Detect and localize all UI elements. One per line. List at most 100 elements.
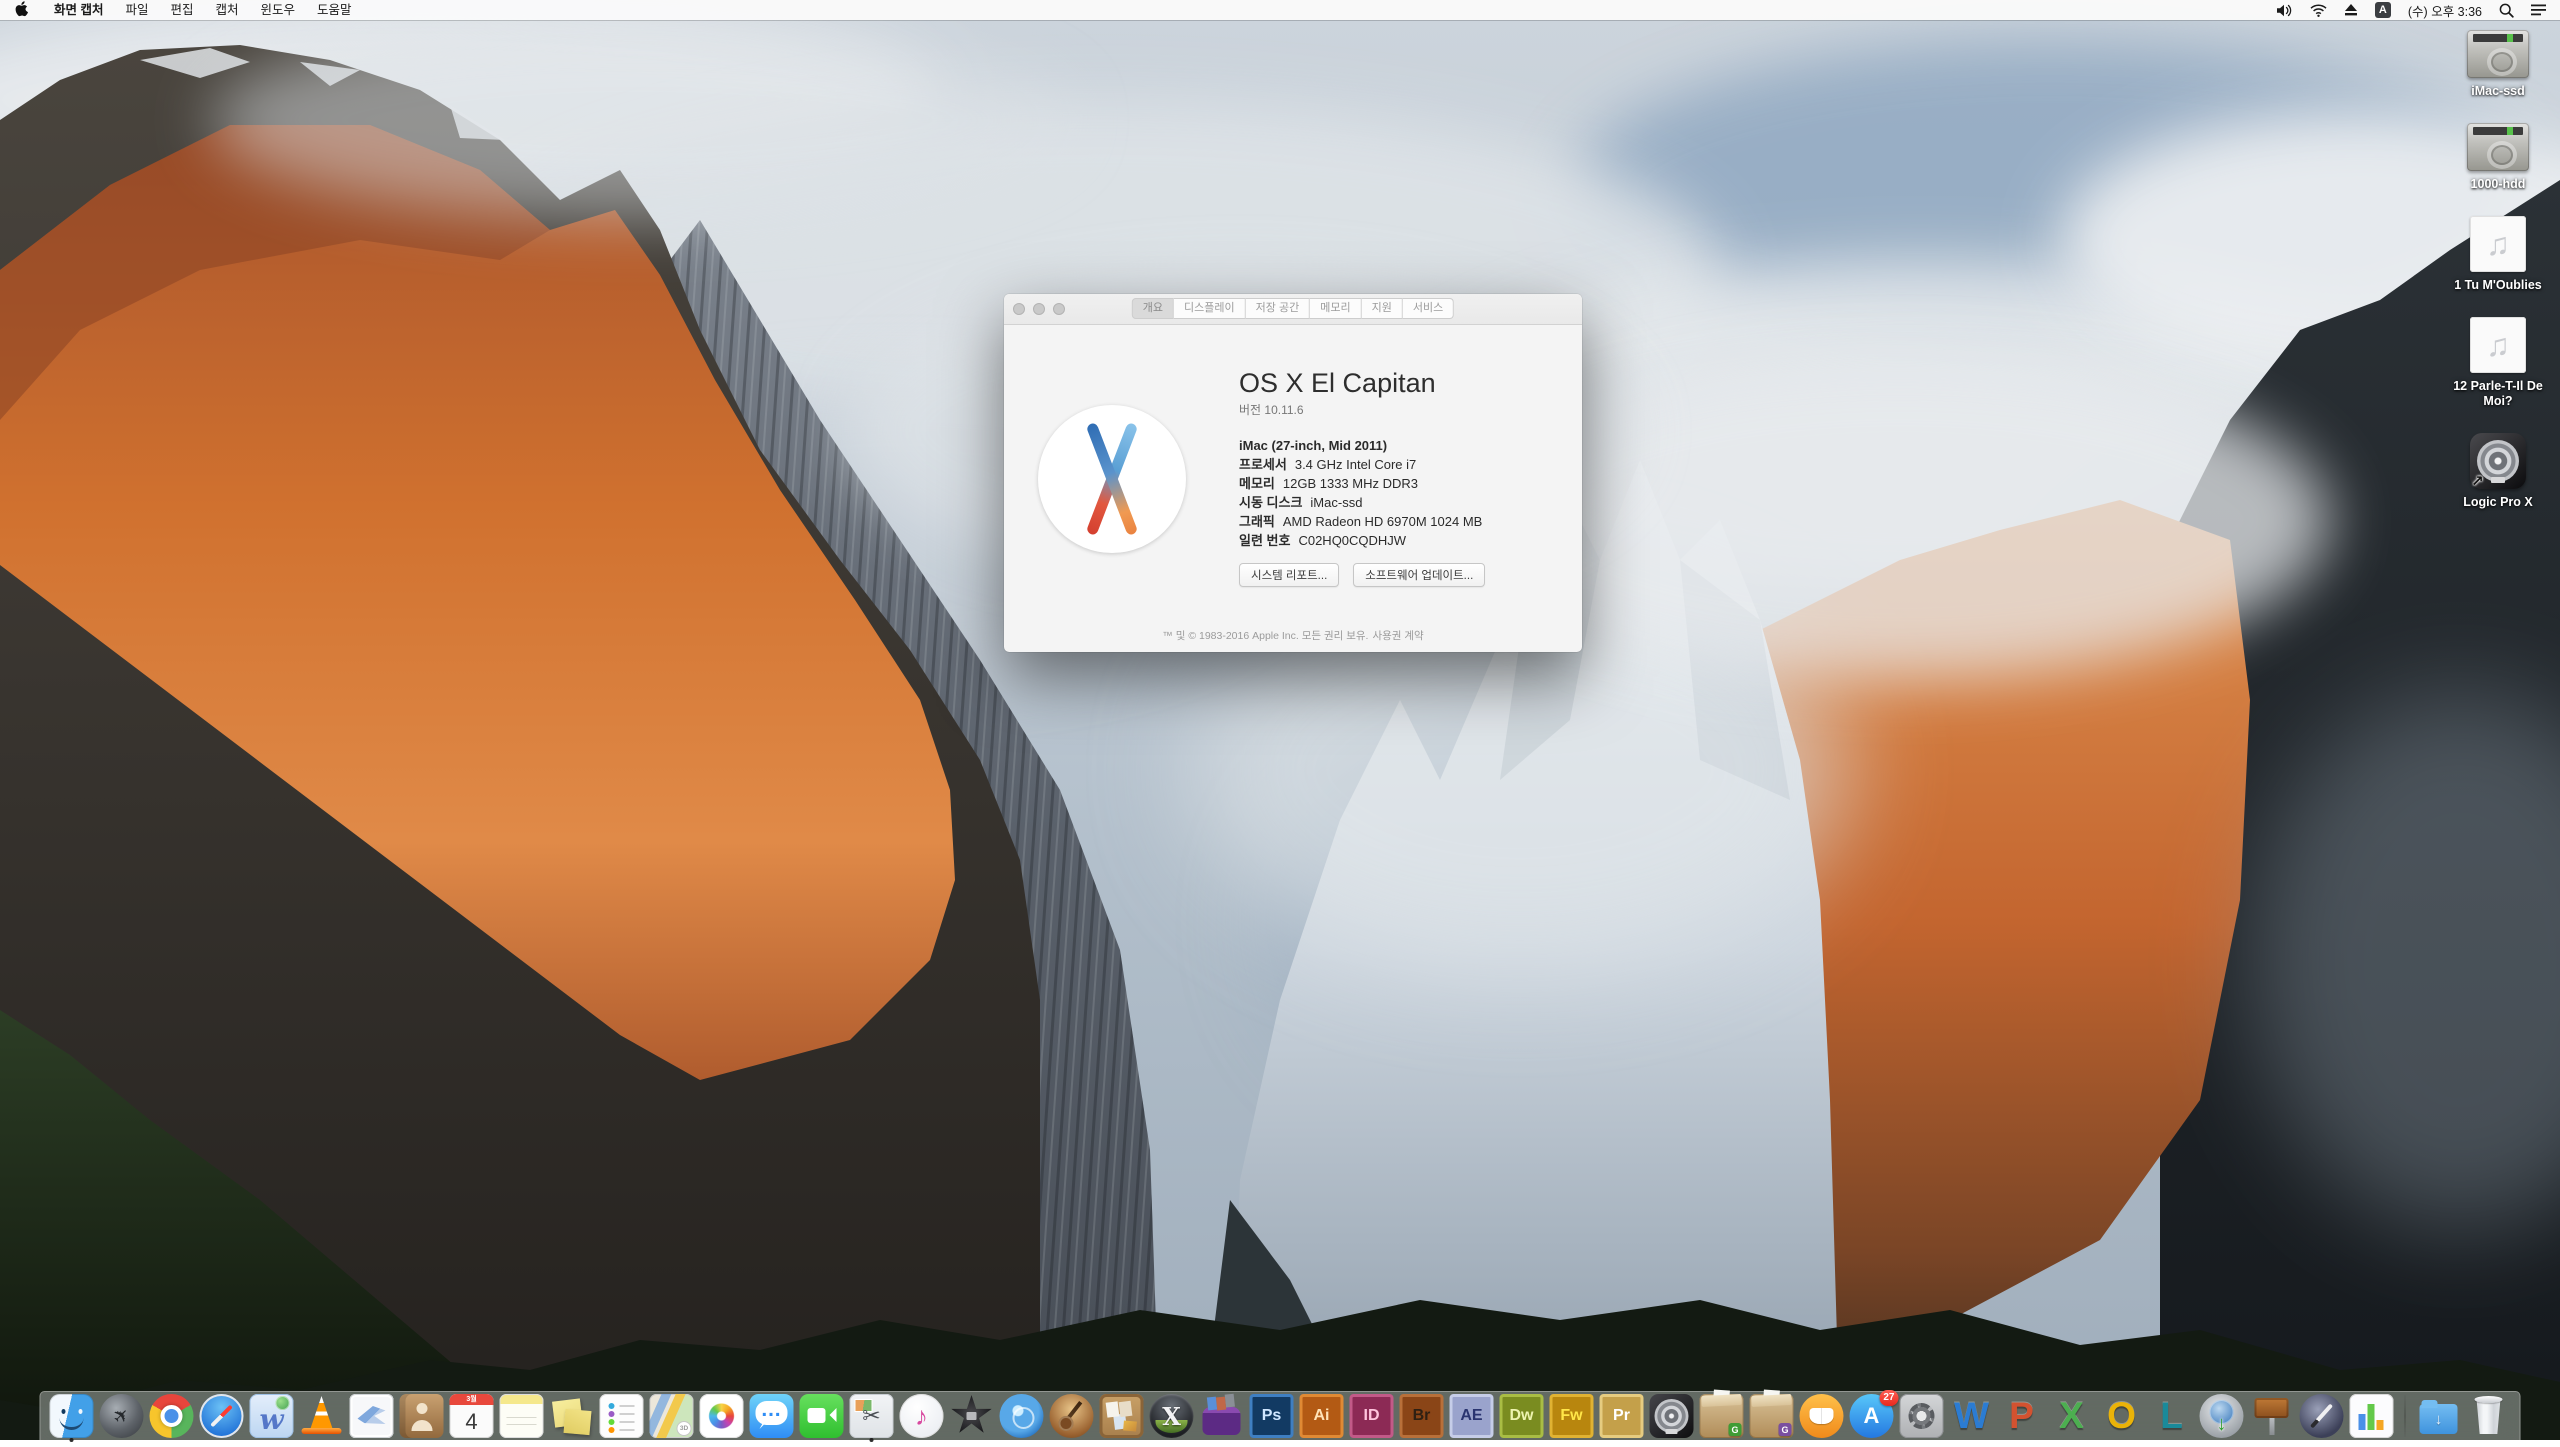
about-tabs: 개요디스플레이저장 공간메모리지원서비스 [1132,298,1454,319]
apple-menu[interactable] [0,0,43,20]
trash-dock-icon[interactable] [2467,1394,2511,1438]
screen-capture-glyph: ✂ [850,1394,894,1438]
wifi-icon[interactable] [2310,4,2327,17]
spotlight-icon[interactable] [2499,3,2514,18]
logic-pro-x-dock-icon[interactable] [1650,1394,1694,1438]
premiere-dock-icon[interactable]: Pr [1600,1394,1644,1438]
illustrator-dock-icon[interactable]: Ai [1300,1394,1344,1438]
screen-capture-dock-icon[interactable]: ✂ [850,1394,894,1438]
launchpad-dock-icon[interactable] [100,1394,144,1438]
messages-dock-icon[interactable]: … [750,1394,794,1438]
menu-item-5[interactable]: 도움말 [306,0,363,20]
running-indicator [70,1438,74,1442]
desktop-item-logic-pro-x[interactable]: ↗Logic Pro X [2442,433,2554,510]
system-preferences-dock-icon[interactable] [1900,1394,1944,1438]
eject-icon[interactable] [2344,4,2358,16]
google-chrome-dock-icon[interactable] [150,1394,194,1438]
spec-row-1: 메모리12GB 1333 MHz DDR3 [1239,477,1564,491]
microsoft-word-dock-icon[interactable]: W [1950,1394,1994,1438]
zoom-button[interactable] [1053,303,1065,315]
desktop-icons: iMac-ssd 1000-hdd ♫1 Tu M'Oublies ♫12 Parle… [2442,30,2554,534]
tab-overview[interactable]: 개요 [1132,298,1174,319]
tab-storage[interactable]: 저장 공간 [1246,298,1311,319]
facetime-dock-icon[interactable] [800,1394,844,1438]
mac-model: iMac (27-inch, Mid 2011) [1239,438,1564,453]
menu-item-1[interactable]: 파일 [114,0,159,20]
microsoft-word-glyph: W [1950,1394,1994,1438]
desktop-item-1000-hdd[interactable]: 1000-hdd [2442,123,2554,192]
maps-dock-icon[interactable] [650,1394,694,1438]
microsoft-powerpoint-dock-icon[interactable]: P [2000,1394,2044,1438]
imovie-dock-icon[interactable] [950,1394,994,1438]
pinboard-app-dock-icon[interactable] [1100,1394,1144,1438]
microsoft-powerpoint-glyph: P [2000,1394,2044,1438]
downloads-folder-dock-icon[interactable]: ↓ [2417,1394,2461,1438]
after-effects-dock-icon[interactable]: AE [1450,1394,1494,1438]
tab-support[interactable]: 지원 [1362,298,1403,319]
tab-memory[interactable]: 메모리 [1310,298,1361,319]
spec-value: 12GB 1333 MHz DDR3 [1283,476,1418,491]
calendar-day: 4 [450,1405,494,1438]
contacts-dock-icon[interactable] [400,1394,444,1438]
safari-dock-icon[interactable] [200,1394,244,1438]
photos-dock-icon[interactable] [700,1394,744,1438]
indesign-dock-icon[interactable]: ID [1350,1394,1394,1438]
traffic-lights [1013,303,1065,315]
menu-item-3[interactable]: 캡처 [205,0,250,20]
desktop-item-label: 1 Tu M'Oublies [2454,278,2541,293]
reminders-dock-icon[interactable] [600,1394,644,1438]
microsoft-excel-dock-icon[interactable]: X [2050,1394,2094,1438]
volume-icon[interactable] [2277,4,2293,17]
microsoft-lync-dock-icon[interactable]: L [2150,1394,2194,1438]
desktop-item-imac-ssd[interactable]: iMac-ssd [2442,30,2554,99]
close-button[interactable] [1013,303,1025,315]
photoshop-dock-icon[interactable]: Ps [1250,1394,1294,1438]
web-w-app-dock-icon[interactable]: w [250,1394,294,1438]
fireworks-dock-icon[interactable]: Fw [1550,1394,1594,1438]
minimize-button[interactable] [1033,303,1045,315]
notes-dock-icon[interactable] [500,1394,544,1438]
menu-item-2[interactable]: 편집 [160,0,205,20]
desktop-item-1-tu-m-oublies[interactable]: ♫1 Tu M'Oublies [2442,216,2554,293]
tab-service[interactable]: 서비스 [1403,298,1454,319]
desktop-item-12-parle-t-il-de-moi[interactable]: ♫12 Parle-T-Il De Moi? [2442,317,2554,409]
os-x-app-dock-icon[interactable]: X [1150,1394,1194,1438]
logic-alias-icon: ↗ [2470,433,2526,489]
pages-dock-icon[interactable] [2300,1394,2344,1438]
bridge-dock-icon[interactable]: Br [1400,1394,1444,1438]
os-version: 버전 10.11.6 [1239,401,1564,418]
itunes-dock-icon[interactable]: ♪ [900,1394,944,1438]
downloads-folder-glyph: ↓ [2417,1394,2461,1438]
input-source-icon[interactable]: A [2375,2,2391,18]
stuffit-green-dock-icon[interactable]: G [1700,1394,1744,1438]
menu-app-name[interactable]: 화면 캡처 [43,0,114,20]
numbers-dock-icon[interactable] [2350,1394,2394,1438]
idvd-dock-icon[interactable] [1000,1394,1044,1438]
license-agreement-link[interactable]: 사용권 계약 [1372,630,1423,642]
toast-dock-icon[interactable] [1200,1394,1244,1438]
microsoft-excel-glyph: X [2050,1394,2094,1438]
stuffit-purple-dock-icon[interactable]: G [1750,1394,1794,1438]
microsoft-outlook-dock-icon[interactable]: O [2100,1394,2144,1438]
web-downloader-dock-icon[interactable]: ↓ [2200,1394,2244,1438]
calendar-dock-icon[interactable]: 3월4 [450,1394,494,1438]
menu-item-4[interactable]: 윈도우 [250,0,307,20]
app-store-dock-icon[interactable]: A27 [1850,1394,1894,1438]
mail-dock-icon[interactable] [350,1394,394,1438]
vlc-dock-icon[interactable] [300,1394,344,1438]
garageband-dock-icon[interactable] [1050,1394,1094,1438]
notification-center-icon[interactable] [2531,4,2547,16]
system-report-button[interactable]: 시스템 리포트... [1239,563,1339,587]
tab-displays[interactable]: 디스플레이 [1174,298,1246,319]
copyright-text: ™ 및 © 1983-2016 Apple Inc. 모든 권리 보유. [1162,630,1368,642]
about-this-mac-window: 개요디스플레이저장 공간메모리지원서비스 OS X El Capitan 버전 … [1004,294,1582,652]
keynote-dock-icon[interactable] [2250,1394,2294,1438]
window-titlebar[interactable]: 개요디스플레이저장 공간메모리지원서비스 [1004,294,1582,325]
dreamweaver-dock-icon[interactable]: Dw [1500,1394,1544,1438]
stickies-dock-icon[interactable] [550,1394,594,1438]
menu-bar-clock[interactable]: (수) 오후 3:36 [2408,1,2482,20]
finder-dock-icon[interactable] [50,1394,94,1438]
software-update-button[interactable]: 소프트웨어 업데이트... [1353,563,1485,587]
desktop-item-label: iMac-ssd [2471,84,2525,99]
ibooks-dock-icon[interactable] [1800,1394,1844,1438]
